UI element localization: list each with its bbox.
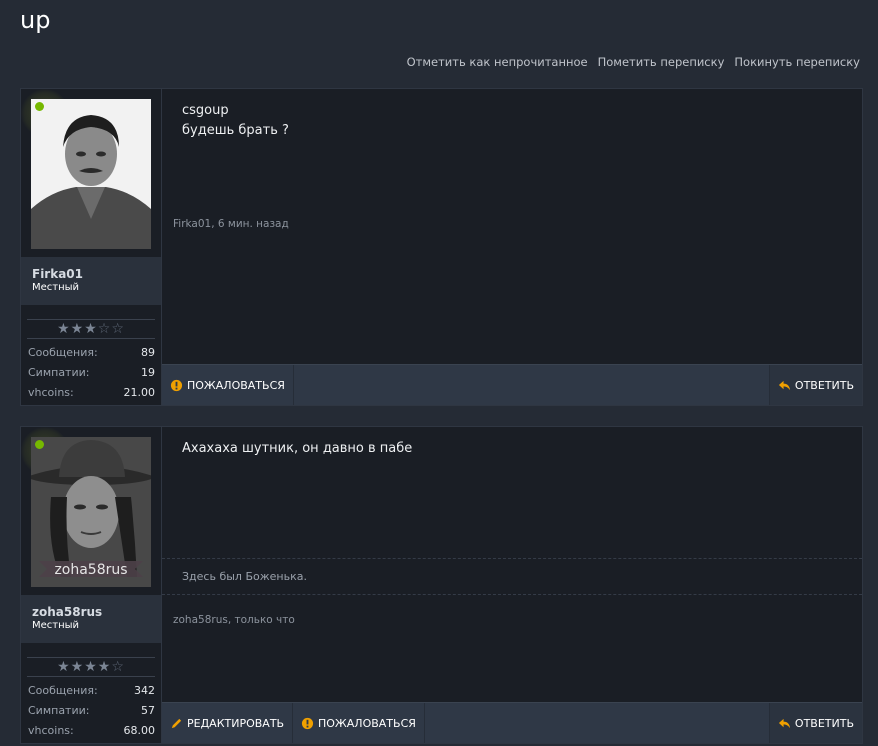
rating-stars: ★★★☆☆: [27, 319, 155, 339]
stat-value: 21.00: [123, 386, 156, 399]
rating-stars: ★★★★☆: [27, 657, 155, 677]
avatar-wrapper: zoha58rus: [21, 427, 151, 587]
stat-label: vhcoins:: [28, 386, 74, 399]
user-panel: Firka01 Местный ★★★☆☆ Сообщения: 89 Симп…: [21, 89, 162, 405]
report-label: ПОЖАЛОВАТЬСЯ: [187, 378, 285, 392]
star-filled-icon: ★: [70, 659, 85, 675]
stat-value: 342: [134, 684, 155, 697]
message-actions: РЕДАКТИРОВАТЬ ПОЖАЛОВАТЬСЯ ОТВЕТИТЬ: [162, 702, 862, 743]
message-content: csgoup будешь брать ? Firka01, 6 мин. на…: [162, 89, 862, 405]
stat-label: Сообщения:: [28, 684, 98, 697]
star-filled-icon: ★: [70, 321, 85, 337]
avatar-image: [31, 99, 151, 249]
mark-unread-link[interactable]: Отметить как непрочитанное: [407, 55, 588, 69]
reply-label: ОТВЕТИТЬ: [794, 716, 854, 730]
stat-coins: vhcoins: 68.00: [28, 724, 155, 737]
pencil-icon: [171, 718, 182, 728]
star-filled-icon: ★: [97, 659, 112, 675]
online-status-dot: [35, 102, 44, 111]
signature: Здесь был Боженька.: [162, 558, 862, 595]
stat-label: Сообщения:: [28, 346, 98, 359]
user-title: Местный: [32, 620, 80, 631]
star-filled-icon: ★: [84, 321, 98, 337]
stat-likes: Симпатии: 57: [28, 704, 155, 717]
user-panel: zoha58rus zoha58rus Местный ★★★★☆ Сообще…: [21, 427, 162, 743]
message-line: csgoup: [182, 103, 229, 118]
stat-messages: Сообщения: 89: [28, 346, 155, 359]
stat-label: vhcoins:: [28, 724, 74, 737]
stat-likes: Симпатии: 19: [28, 366, 155, 379]
avatar[interactable]: [31, 99, 151, 249]
report-button[interactable]: ПОЖАЛОВАТЬСЯ: [162, 365, 294, 405]
avatar-caption: zoha58rus: [54, 562, 128, 578]
star-filled-icon: ★: [84, 659, 98, 675]
message: zoha58rus zoha58rus Местный ★★★★☆ Сообще…: [20, 426, 863, 744]
warning-icon: [170, 379, 183, 391]
star-empty-icon: ☆: [111, 659, 125, 675]
avatar[interactable]: zoha58rus: [31, 437, 151, 587]
stat-label: Симпатии:: [28, 366, 90, 379]
avatar-wrapper: [21, 89, 151, 249]
warning-icon: [301, 717, 314, 729]
user-stats: ★★★☆☆ Сообщения: 89 Симпатии: 19 vhcoins…: [21, 319, 161, 405]
stat-value: 68.00: [123, 724, 156, 737]
page-title: up: [20, 6, 51, 34]
username[interactable]: zoha58rus: [32, 605, 102, 619]
online-status-dot: [35, 440, 44, 449]
star-filled-icon: ★: [57, 659, 71, 675]
reply-button[interactable]: ОТВЕТИТЬ: [768, 703, 862, 743]
stat-label: Симпатии:: [28, 704, 90, 717]
star-filled-icon: ★: [57, 321, 71, 337]
stat-value: 19: [141, 366, 155, 379]
reply-icon: [778, 380, 790, 390]
username[interactable]: Firka01: [32, 267, 83, 281]
message-actions: ПОЖАЛОВАТЬСЯ ОТВЕТИТЬ: [162, 364, 862, 405]
message-text: csgoup будешь брать ?: [182, 101, 289, 141]
stat-value: 89: [141, 346, 155, 359]
message-content: Ахахаха шутник, он давно в пабе Здесь бы…: [162, 427, 862, 743]
user-info: zoha58rus Местный: [21, 595, 161, 643]
star-empty-icon: ☆: [97, 321, 112, 337]
stat-messages: Сообщения: 342: [28, 684, 155, 697]
edit-button[interactable]: РЕДАКТИРОВАТЬ: [162, 703, 294, 743]
message-meta[interactable]: zoha58rus, только что: [173, 614, 295, 626]
message-line: будешь брать ?: [182, 123, 289, 138]
leave-conversation-link[interactable]: Покинуть переписку: [734, 55, 860, 69]
stat-value: 57: [141, 704, 155, 717]
conversation-actions: Отметить как непрочитанное Пометить пере…: [407, 55, 860, 69]
reply-label: ОТВЕТИТЬ: [794, 378, 854, 392]
signature-text: Здесь был Боженька.: [182, 570, 307, 583]
message-text: Ахахаха шутник, он давно в пабе: [182, 439, 412, 459]
mark-conversation-link[interactable]: Пометить переписку: [598, 55, 725, 69]
stat-coins: vhcoins: 21.00: [28, 386, 155, 399]
message: Firka01 Местный ★★★☆☆ Сообщения: 89 Симп…: [20, 88, 863, 406]
report-label: ПОЖАЛОВАТЬСЯ: [318, 716, 416, 730]
user-title: Местный: [32, 282, 80, 293]
star-empty-icon: ☆: [111, 321, 125, 337]
report-button[interactable]: ПОЖАЛОВАТЬСЯ: [293, 703, 425, 743]
edit-label: РЕДАКТИРОВАТЬ: [187, 716, 285, 730]
reply-button[interactable]: ОТВЕТИТЬ: [768, 365, 862, 405]
user-info: Firka01 Местный: [21, 257, 161, 305]
reply-icon: [778, 718, 790, 728]
user-stats: ★★★★☆ Сообщения: 342 Симпатии: 57 vhcoin…: [21, 657, 161, 743]
message-line: Ахахаха шутник, он давно в пабе: [182, 441, 413, 456]
message-meta[interactable]: Firka01, 6 мин. назад: [173, 218, 289, 230]
